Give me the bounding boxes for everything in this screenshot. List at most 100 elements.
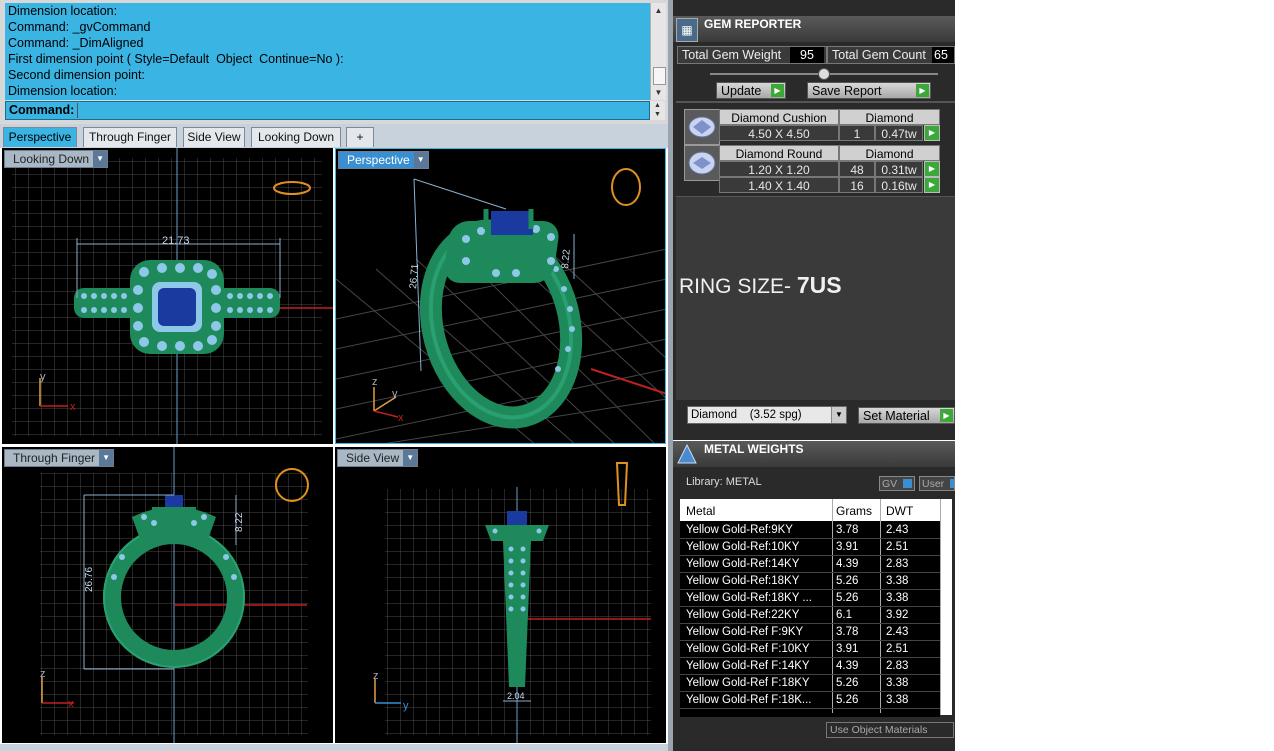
tab-perspective[interactable]: Perspective (3, 127, 77, 147)
metal-name-cell: Yellow Gold-Ref F:10KY (686, 643, 810, 655)
viewport-perspective[interactable]: 26.71 8.22 z y x Perspective ▼ (335, 148, 666, 444)
gem-weight: 0.47tw (875, 125, 923, 141)
command-line-spinner[interactable]: ▲ ▼ (650, 101, 665, 120)
viewport-label-side-view[interactable]: Side View ▼ (337, 449, 419, 467)
dwt-cell: 2.43 (886, 626, 909, 638)
axis-y-label: y (40, 371, 46, 383)
metal-name-cell: Yellow Gold-Ref:18KY (686, 575, 800, 587)
dwt-cell: 2.83 (886, 558, 909, 570)
tab-looking-down[interactable]: Looking Down (251, 127, 341, 147)
scroll-thumb[interactable] (653, 67, 666, 85)
table-row[interactable]: Yellow Gold-Ref:9KY 3.78 2.43 (680, 522, 950, 539)
metal-name-cell: Yellow Gold-Ref:10KY (686, 541, 800, 553)
grams-cell: 5.26 (836, 575, 859, 587)
ring-size-annotation: RING SIZE- 7US (679, 272, 842, 299)
gem-size: 1.40 X 1.40 (719, 177, 839, 193)
play-arrow-icon: ▶ (916, 84, 929, 97)
scroll-down-icon[interactable]: ▼ (651, 85, 666, 100)
save-report-button[interactable]: Save Report ▶ (807, 82, 931, 99)
table-row[interactable]: Yellow Gold-Ref:10KY 3.91 2.51 (680, 539, 950, 556)
axis-y-label: y (392, 388, 398, 400)
axis-z-label: z (373, 670, 379, 682)
axis-x-label: x (398, 412, 404, 424)
gem-count: 16 (839, 177, 875, 193)
table-row[interactable]: Yellow Gold-Ref:14KY 4.39 2.83 (680, 556, 950, 573)
round-gem-icon (684, 145, 720, 181)
user-library-toggle[interactable]: User (919, 476, 955, 491)
viewport-through-finger[interactable]: 26.76 8.22 z x Through Finger ▼ (2, 447, 333, 743)
axis-x-label: x (68, 698, 74, 710)
table-row[interactable]: Yellow Gold-Ref:18KY 5.26 3.38 (680, 573, 950, 590)
gem-row-go-button[interactable]: ▶ (924, 125, 940, 141)
table-row[interactable]: Yellow Gold-Ref F:18K... 5.26 3.38 (680, 692, 950, 709)
table-row[interactable]: Yellow Gold-Ref F:10KY 3.91 2.51 (680, 641, 950, 658)
play-arrow-icon: ▶ (771, 84, 784, 97)
gem-row-go-button[interactable]: ▶ (924, 177, 940, 193)
tab-side-view[interactable]: Side View (183, 127, 245, 147)
command-history: Dimension location: Command: _gvCommand … (5, 3, 650, 100)
command-log-line: Dimension location: (8, 4, 118, 18)
set-material-button[interactable]: Set Material ▶ (858, 407, 955, 424)
command-log-line: First dimension point ( Style=Default Ob… (8, 52, 344, 66)
grams-cell: 3.91 (836, 541, 859, 553)
chevron-down-icon[interactable]: ▼ (413, 152, 428, 168)
viewport-label-looking-down[interactable]: Looking Down ▼ (4, 150, 109, 168)
user-label: User (922, 478, 945, 490)
axis-z-label: z (372, 376, 378, 388)
use-object-materials-toggle[interactable]: Use Object Materials (826, 722, 954, 738)
gv-label: GV (882, 478, 898, 490)
command-log-line: Command: _DimAligned (8, 36, 144, 50)
add-tab-icon[interactable]: + (346, 127, 374, 147)
through-finger-scene: 26.76 8.22 z x (40, 447, 309, 743)
chevron-down-icon[interactable]: ▼ (93, 151, 108, 167)
scroll-up-icon[interactable]: ▲ (651, 3, 666, 18)
total-gem-count-label: Total Gem Count (832, 48, 926, 62)
side-view-scene: 2.04 z y (373, 462, 651, 743)
update-button[interactable]: Update ▶ (716, 82, 786, 99)
command-log-line: Second dimension point: (8, 68, 145, 82)
use-object-materials-label: Use Object Materials (830, 724, 928, 736)
gv-library-toggle[interactable]: GV (879, 476, 915, 491)
viewport-looking-down[interactable]: 21.73 y x Looking Down ▼ (2, 148, 333, 444)
viewport-label-perspective[interactable]: Perspective ▼ (338, 151, 429, 169)
chevron-down-icon[interactable]: ▼ (403, 450, 418, 466)
axis-z-label: z (40, 668, 46, 680)
viewport-label-text: Perspective (347, 153, 410, 167)
viewport-label-through-finger[interactable]: Through Finger ▼ (4, 449, 115, 467)
grams-cell: 3.78 (836, 524, 859, 536)
metal-weights-title: METAL WEIGHTS (704, 442, 804, 456)
total-gem-weight-value: 95 (790, 47, 824, 63)
perspective-scene: 26.71 8.22 z y x (336, 168, 665, 443)
metal-library-label: Library: METAL (686, 476, 762, 488)
table-row[interactable]: Yellow Gold-Ref F:14KY 4.39 2.83 (680, 658, 950, 675)
command-history-scrollbar[interactable]: ▲ ▼ (650, 3, 666, 100)
gem-count: 48 (839, 161, 875, 177)
gem-size: 1.20 X 1.20 (719, 161, 839, 177)
column-header-dwt[interactable]: DWT (886, 502, 913, 518)
update-button-label: Update (721, 84, 762, 98)
viewport-tab-bar: Perspective Through Finger Side View Loo… (0, 124, 668, 148)
metal-table-header: Metal Grams DWT (680, 502, 950, 520)
row-separator (680, 708, 940, 709)
gem-weight: 0.16tw (875, 177, 923, 193)
table-row[interactable]: Yellow Gold-Ref F:9KY 3.78 2.43 (680, 624, 950, 641)
viewport-label-text: Side View (346, 451, 400, 465)
grams-cell: 3.78 (836, 626, 859, 638)
gem-row-go-button[interactable]: ▶ (924, 161, 940, 177)
tab-through-finger[interactable]: Through Finger (83, 127, 177, 147)
slider-knob[interactable] (818, 68, 830, 80)
viewport-side-view[interactable]: 2.04 z y Side View ▼ (335, 447, 666, 743)
chevron-down-icon[interactable]: ▼ (99, 450, 114, 466)
table-row[interactable]: Yellow Gold-Ref:18KY ... 5.26 3.38 (680, 590, 950, 607)
command-input[interactable] (77, 103, 638, 119)
chevron-down-icon[interactable]: ▼ (831, 407, 846, 423)
ring-size-prefix: RING SIZE- (679, 275, 797, 298)
column-header-grams[interactable]: Grams (836, 502, 872, 518)
column-header-metal[interactable]: Metal (686, 502, 715, 518)
material-select[interactable]: Diamond (3.52 spg) ▼ (687, 406, 847, 424)
table-row[interactable]: Yellow Gold-Ref:22KY 6.1 3.92 (680, 607, 950, 624)
metal-name-cell: Yellow Gold-Ref:18KY ... (686, 592, 812, 604)
metal-weights-icon (676, 443, 698, 465)
gem-material-header: Diamond (839, 109, 940, 125)
table-row[interactable]: Yellow Gold-Ref F:18KY 5.26 3.38 (680, 675, 950, 692)
